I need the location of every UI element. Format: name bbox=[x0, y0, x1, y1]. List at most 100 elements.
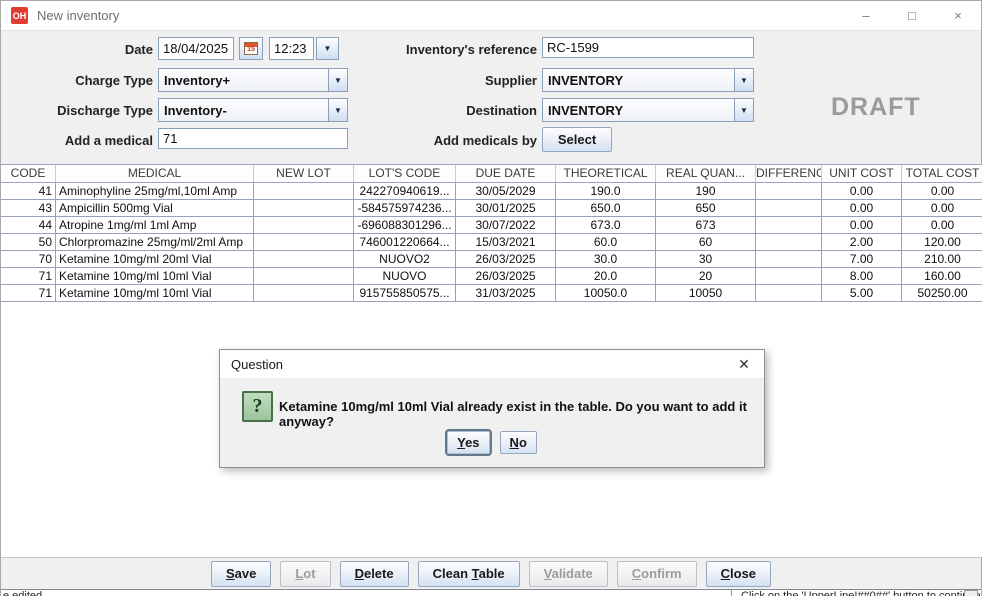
dialog-message: Ketamine 10mg/ml 10ml Vial already exist… bbox=[279, 399, 754, 429]
charge-type-label: Charge Type bbox=[1, 73, 153, 88]
date-label: Date bbox=[1, 42, 153, 57]
draft-watermark: DRAFT bbox=[831, 93, 921, 122]
cell-new_lot bbox=[254, 234, 354, 250]
footer-button-bar: Save Lot Delete Clean Table Validate Confirm C… bbox=[1, 557, 981, 589]
cell-due_date: 30/05/2029 bbox=[456, 183, 556, 199]
dialog-no-button[interactable]: No bbox=[500, 431, 537, 454]
table-row[interactable]: 41Aminophyline 25mg/ml,10ml Amp242270940… bbox=[1, 183, 982, 200]
cell-real_quantity: 10050 bbox=[656, 285, 756, 301]
cell-unit_cost: 7.00 bbox=[822, 251, 902, 267]
table-row[interactable]: 50Chlorpromazine 25mg/ml/2ml Amp74600122… bbox=[1, 234, 982, 251]
dialog-title: Question bbox=[231, 357, 283, 372]
cell-unit_cost: 0.00 bbox=[822, 217, 902, 233]
cell-total_cost: 0.00 bbox=[902, 183, 982, 199]
table-row[interactable]: 43Ampicillin 500mg Vial-584575974236...3… bbox=[1, 200, 982, 217]
lot-button[interactable]: Lot bbox=[280, 561, 330, 587]
cell-unit_cost: 0.00 bbox=[822, 200, 902, 216]
cell-due_date: 15/03/2021 bbox=[456, 234, 556, 250]
minimize-icon[interactable]: – bbox=[843, 1, 889, 30]
inventory-form: Date ▼ Charge Type Inventory+ ▼ Discharg… bbox=[1, 31, 981, 164]
cell-total_cost: 160.00 bbox=[902, 268, 982, 284]
date-input[interactable] bbox=[158, 37, 234, 60]
column-header-code[interactable]: CODE bbox=[1, 165, 56, 182]
cell-theoretical: 673.0 bbox=[556, 217, 656, 233]
cell-due_date: 31/03/2025 bbox=[456, 285, 556, 301]
cell-real_quantity: 190 bbox=[656, 183, 756, 199]
column-header-theoretical[interactable]: THEORETICAL bbox=[556, 165, 656, 182]
cell-lots_code: NUOVO bbox=[354, 268, 456, 284]
cell-lots_code: 242270940619... bbox=[354, 183, 456, 199]
select-medicals-button[interactable]: Select bbox=[542, 127, 612, 152]
cell-lots_code: NUOVO2 bbox=[354, 251, 456, 267]
table-row[interactable]: 71Ketamine 10mg/ml 10ml Vial915755850575… bbox=[1, 285, 982, 302]
delete-button[interactable]: Delete bbox=[340, 561, 409, 587]
cell-real_quantity: 673 bbox=[656, 217, 756, 233]
column-header-lots_code[interactable]: LOT'S CODE bbox=[354, 165, 456, 182]
cell-theoretical: 650.0 bbox=[556, 200, 656, 216]
column-header-total_cost[interactable]: TOTAL COST bbox=[902, 165, 982, 182]
dialog-title-bar: Question ✕ bbox=[220, 350, 764, 379]
question-mark-icon: ? bbox=[242, 391, 273, 422]
calendar-button[interactable] bbox=[239, 37, 263, 60]
reference-label: Inventory's reference bbox=[301, 42, 537, 57]
cell-medical: Ketamine 10mg/ml 20ml Vial bbox=[56, 251, 254, 267]
cell-code: 50 bbox=[1, 234, 56, 250]
destination-label: Destination bbox=[301, 103, 537, 118]
column-header-difference[interactable]: DIFFERENCE bbox=[756, 165, 822, 182]
column-header-unit_cost[interactable]: UNIT COST bbox=[822, 165, 902, 182]
add-medical-label: Add a medical bbox=[1, 133, 153, 148]
chevron-down-icon: ▼ bbox=[734, 69, 753, 91]
cell-new_lot bbox=[254, 268, 354, 284]
table-row[interactable]: 70Ketamine 10mg/ml 20ml VialNUOVO226/03/… bbox=[1, 251, 982, 268]
supplier-select[interactable]: INVENTORY ▼ bbox=[542, 68, 754, 92]
dialog-body: ? Ketamine 10mg/ml 10ml Vial already exi… bbox=[220, 379, 764, 467]
column-header-due_date[interactable]: DUE DATE bbox=[456, 165, 556, 182]
cell-due_date: 26/03/2025 bbox=[456, 251, 556, 267]
dialog-button-row: Yes No bbox=[220, 431, 764, 454]
cell-real_quantity: 30 bbox=[656, 251, 756, 267]
close-icon[interactable]: × bbox=[935, 1, 981, 30]
cell-lots_code: -584575974236... bbox=[354, 200, 456, 216]
new-inventory-window: OH New inventory – □ × Date ▼ Charge Typ… bbox=[0, 0, 982, 596]
cell-total_cost: 120.00 bbox=[902, 234, 982, 250]
cell-real_quantity: 650 bbox=[656, 200, 756, 216]
supplier-value: INVENTORY bbox=[543, 73, 734, 88]
column-header-real_quantity[interactable]: REAL QUAN... bbox=[656, 165, 756, 182]
clean-table-button[interactable]: Clean Table bbox=[418, 561, 520, 587]
cell-code: 71 bbox=[1, 285, 56, 301]
table-row[interactable]: 44Atropine 1mg/ml 1ml Amp-696088301296..… bbox=[1, 217, 982, 234]
table-header-row: CODEMEDICALNEW LOTLOT'S CODEDUE DATETHEO… bbox=[1, 165, 982, 183]
chevron-down-icon: ▼ bbox=[734, 99, 753, 121]
background-scrollbar-stub bbox=[964, 590, 978, 596]
reference-input[interactable] bbox=[542, 37, 754, 58]
table-body: 41Aminophyline 25mg/ml,10ml Amp242270940… bbox=[1, 183, 982, 302]
cell-difference bbox=[756, 251, 822, 267]
question-dialog: Question ✕ ? Ketamine 10mg/ml 10ml Vial … bbox=[219, 349, 765, 468]
column-header-medical[interactable]: MEDICAL bbox=[56, 165, 254, 182]
cell-lots_code: 746001220664... bbox=[354, 234, 456, 250]
cell-unit_cost: 8.00 bbox=[822, 268, 902, 284]
supplier-label: Supplier bbox=[301, 73, 537, 88]
maximize-icon[interactable]: □ bbox=[889, 1, 935, 30]
cell-theoretical: 190.0 bbox=[556, 183, 656, 199]
table-row[interactable]: 71Ketamine 10mg/ml 10ml VialNUOVO26/03/2… bbox=[1, 268, 982, 285]
add-medicals-by-label: Add medicals by bbox=[301, 133, 537, 148]
cell-unit_cost: 2.00 bbox=[822, 234, 902, 250]
cell-difference bbox=[756, 268, 822, 284]
cell-total_cost: 50250.00 bbox=[902, 285, 982, 301]
save-button[interactable]: Save bbox=[211, 561, 271, 587]
column-header-new_lot[interactable]: NEW LOT bbox=[254, 165, 354, 182]
cell-total_cost: 0.00 bbox=[902, 200, 982, 216]
validate-button[interactable]: Validate bbox=[529, 561, 608, 587]
cell-total_cost: 0.00 bbox=[902, 217, 982, 233]
cell-due_date: 30/01/2025 bbox=[456, 200, 556, 216]
dialog-close-icon[interactable]: ✕ bbox=[724, 356, 764, 373]
cell-theoretical: 20.0 bbox=[556, 268, 656, 284]
cell-difference bbox=[756, 217, 822, 233]
close-button[interactable]: Close bbox=[706, 561, 771, 587]
cell-difference bbox=[756, 183, 822, 199]
confirm-button[interactable]: Confirm bbox=[617, 561, 697, 587]
destination-select[interactable]: INVENTORY ▼ bbox=[542, 98, 754, 122]
dialog-yes-button[interactable]: Yes bbox=[447, 431, 489, 454]
background-window-strip: e edited. Click on the 'UpperLine!##0##'… bbox=[1, 589, 981, 596]
